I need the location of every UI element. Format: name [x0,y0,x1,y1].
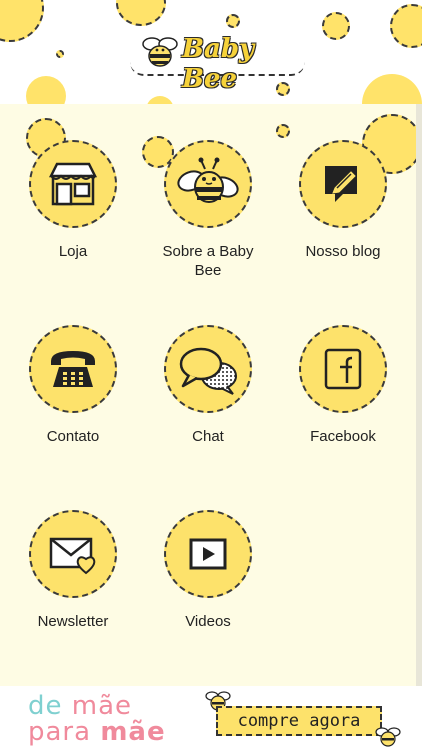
baby-bee-logo[interactable]: Baby Bee [130,30,310,94]
menu-item-newsletter-circle[interactable] [29,510,117,598]
buy-now-button[interactable]: compre agora [216,706,382,736]
menu-item-label: Contato [46,428,100,445]
menu-item-newsletter[interactable]: Newsletter [3,510,143,631]
store-icon [48,162,98,206]
video-play-icon [189,538,227,570]
menu-item-chat-circle[interactable] [164,325,252,413]
brand-line-bottom: para mãe [28,717,166,747]
blog-edit-icon [325,166,357,202]
menu-item-videos[interactable]: Videos [138,510,278,631]
footer-banner[interactable]: de mãe para mãe compre agora [0,686,422,750]
menu-item-label: Nosso blog [305,243,381,260]
menu-item-label: Newsletter [37,613,109,630]
menu-item-blog[interactable]: Nosso blog [273,140,413,261]
menu-item-loja[interactable]: Loja [3,140,143,261]
decor-dot [362,74,422,108]
menu-item-videos-circle[interactable] [164,510,252,598]
decor-dot [56,50,64,58]
menu-item-sobre-circle[interactable] [164,140,252,228]
menu-item-sobre[interactable]: Sobre a Baby Bee [138,140,278,280]
menu-item-contato[interactable]: Contato [3,325,143,446]
decor-dot [0,0,44,42]
logo-bee-icon [142,37,178,67]
menu-item-contato-circle[interactable] [29,325,117,413]
menu-item-label: Facebook [310,428,376,445]
decor-dot [390,4,422,48]
menu-item-facebook[interactable]: Facebook [273,325,413,446]
menu-item-label: Loja [58,243,88,260]
facebook-icon [324,348,362,390]
decor-dot [322,12,350,40]
menu-item-label: Sobre a Baby Bee [162,243,254,279]
telephone-icon [51,351,95,387]
menu-item-label: Chat [192,428,224,445]
menu-item-blog-circle[interactable] [299,140,387,228]
menu-item-facebook-circle[interactable] [299,325,387,413]
menu-item-chat[interactable]: Chat [138,325,278,446]
app-header: Baby Bee [0,0,422,108]
menu-item-label: Videos [185,613,231,630]
bee-icon [177,157,239,203]
chat-bubbles-icon [179,347,237,395]
envelope-heart-icon [49,537,96,575]
brand-line-top: de mãe [28,691,133,721]
decor-dot [116,0,166,26]
menu-grid: Loja Sobre a Baby Bee Nosso blog Contato… [0,104,416,686]
menu-item-loja-circle[interactable] [29,140,117,228]
small-bee-icon [375,727,401,747]
scrollbar[interactable] [416,104,422,686]
logo-text: Baby Bee [182,34,255,94]
decor-dot [226,14,240,28]
decor-dot [276,124,290,138]
